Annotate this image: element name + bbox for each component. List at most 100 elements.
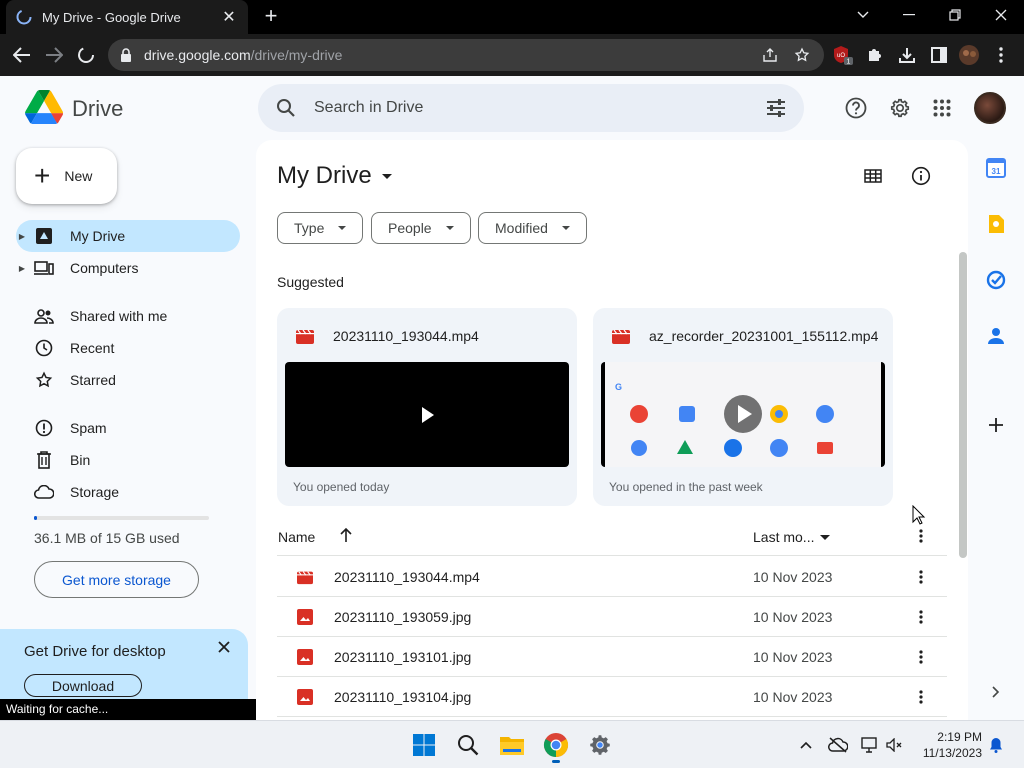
windows-start-icon[interactable]: [408, 729, 440, 761]
file-row[interactable]: 20231110_193044.mp4 10 Nov 2023: [277, 557, 947, 597]
more-options-icon[interactable]: [911, 607, 931, 627]
chevron-right-icon[interactable]: [984, 680, 1008, 704]
more-options-icon[interactable]: [911, 567, 931, 587]
tab-close-icon[interactable]: ✕: [220, 7, 238, 27]
bookmark-star-icon[interactable]: [792, 45, 812, 65]
forward-icon[interactable]: [42, 43, 66, 67]
chrome-taskbar-icon[interactable]: [540, 729, 572, 763]
suggested-file-meta: You opened in the past week: [609, 480, 763, 494]
help-icon[interactable]: [844, 96, 868, 120]
column-header-last-modified[interactable]: Last mo...: [753, 529, 831, 545]
sidebar-item-starred[interactable]: Starred: [16, 364, 240, 396]
minimize-icon[interactable]: [886, 0, 932, 30]
drive-logo-icon[interactable]: [25, 90, 63, 124]
contacts-icon[interactable]: [984, 324, 1008, 348]
storage-used-text: 36.1 MB of 15 GB used: [34, 530, 180, 546]
main-panel: My Drive Type People Modified Suggested …: [256, 140, 968, 720]
download-icon[interactable]: [896, 44, 918, 66]
profile-avatar-icon[interactable]: [958, 44, 980, 66]
suggested-heading: Suggested: [277, 274, 344, 290]
column-header-name[interactable]: Name: [278, 529, 315, 545]
search-bar[interactable]: [258, 84, 804, 132]
tray-chevron-up-icon[interactable]: [796, 735, 816, 755]
chrome-menu-icon[interactable]: [990, 44, 1012, 66]
suggested-file-card[interactable]: 20231110_193044.mp4 You opened today: [277, 308, 577, 506]
keep-icon[interactable]: [984, 212, 1008, 236]
extensions-puzzle-icon[interactable]: [864, 44, 886, 66]
sidebar-item-shared-with-me[interactable]: Shared with me: [16, 300, 240, 332]
suggested-file-name: az_recorder_20231001_155112.mp4: [649, 328, 879, 344]
back-icon[interactable]: [10, 43, 34, 67]
url-host: drive.google.com: [144, 47, 251, 63]
close-icon[interactable]: [214, 637, 234, 657]
grid-view-icon[interactable]: [861, 164, 885, 188]
main-scrollbar[interactable]: [959, 252, 967, 558]
expand-caret-icon[interactable]: ▶: [16, 264, 28, 273]
side-panel-icon[interactable]: [928, 44, 950, 66]
download-button[interactable]: Download: [24, 674, 142, 697]
info-icon[interactable]: [909, 164, 933, 188]
filter-chip-modified[interactable]: Modified: [478, 212, 587, 244]
browser-tab[interactable]: My Drive - Google Drive ✕: [6, 0, 248, 34]
promo-title: Get Drive for desktop: [24, 643, 166, 660]
more-options-icon[interactable]: [911, 526, 931, 546]
page-title-text: My Drive: [277, 162, 372, 189]
sidebar-item-my-drive[interactable]: ▶ My Drive: [16, 220, 240, 252]
file-explorer-icon[interactable]: [496, 729, 528, 761]
calendar-icon[interactable]: 31: [984, 156, 1008, 180]
volume-muted-icon[interactable]: [884, 735, 904, 755]
sidebar-item-recent[interactable]: Recent: [16, 332, 240, 364]
search-options-icon[interactable]: [766, 99, 786, 117]
apps-grid-icon[interactable]: [930, 96, 954, 120]
shared-icon: [34, 306, 54, 326]
sidebar-item-computers[interactable]: ▶ Computers: [16, 252, 240, 284]
search-icon[interactable]: [276, 98, 296, 118]
more-options-icon[interactable]: [911, 647, 931, 667]
file-modified-date: 10 Nov 2023: [753, 649, 833, 665]
file-row[interactable]: 20231110_193059.jpg 10 Nov 2023: [277, 597, 947, 637]
sidebar-item-bin[interactable]: Bin: [16, 444, 240, 476]
sidebar-item-label: Storage: [70, 484, 120, 500]
tab-title: My Drive - Google Drive: [42, 9, 181, 25]
suggested-file-card[interactable]: az_recorder_20231001_155112.mp4 G You op…: [593, 308, 893, 506]
file-row[interactable]: 20231110_193101.jpg 10 Nov 2023: [277, 637, 947, 677]
taskbar-clock[interactable]: 2:19 PM 11/13/2023: [912, 729, 982, 761]
stop-loading-icon[interactable]: [74, 43, 98, 67]
sidebar-item-label: Starred: [70, 372, 116, 388]
window-close-icon[interactable]: [978, 0, 1024, 30]
calendar-day: 31: [992, 167, 1001, 176]
storage-bar: [34, 516, 209, 520]
cloud-icon: [34, 482, 54, 502]
add-addon-icon[interactable]: [984, 413, 1008, 437]
drive-favicon-icon: [16, 9, 32, 25]
file-modified-date: 10 Nov 2023: [753, 609, 833, 625]
url-text: drive.google.com/drive/my-drive: [144, 47, 748, 63]
account-avatar[interactable]: [974, 92, 1006, 124]
settings-app-icon[interactable]: [584, 729, 616, 761]
file-row[interactable]: 20231110_193104.jpg 10 Nov 2023: [277, 677, 947, 717]
restore-icon[interactable]: [932, 0, 978, 30]
page-title[interactable]: My Drive: [277, 162, 392, 190]
tasks-icon[interactable]: [984, 268, 1008, 292]
address-bar[interactable]: drive.google.com/drive/my-drive: [108, 39, 824, 71]
sort-ascending-icon[interactable]: [338, 527, 354, 543]
network-icon[interactable]: [860, 735, 880, 755]
expand-caret-icon[interactable]: ▶: [16, 232, 28, 241]
ublock-extension-icon[interactable]: uO 1: [832, 44, 854, 66]
search-input[interactable]: [314, 99, 766, 117]
filter-chip-people[interactable]: People: [371, 212, 471, 244]
more-options-icon[interactable]: [911, 687, 931, 707]
new-button[interactable]: + New: [16, 148, 117, 204]
share-icon[interactable]: [760, 45, 780, 65]
notification-bell-icon[interactable]: [986, 735, 1006, 755]
chevron-down-icon: [820, 534, 831, 540]
taskbar-search-icon[interactable]: [452, 729, 484, 761]
tab-search-icon[interactable]: [840, 0, 886, 30]
sidebar-item-storage[interactable]: Storage: [16, 476, 240, 508]
onedrive-offline-icon[interactable]: [828, 735, 848, 755]
filter-chip-type[interactable]: Type: [277, 212, 364, 244]
sidebar-item-spam[interactable]: Spam: [16, 412, 240, 444]
new-tab-button[interactable]: +: [260, 5, 282, 27]
settings-gear-icon[interactable]: [888, 96, 912, 120]
get-more-storage-button[interactable]: Get more storage: [34, 561, 199, 598]
